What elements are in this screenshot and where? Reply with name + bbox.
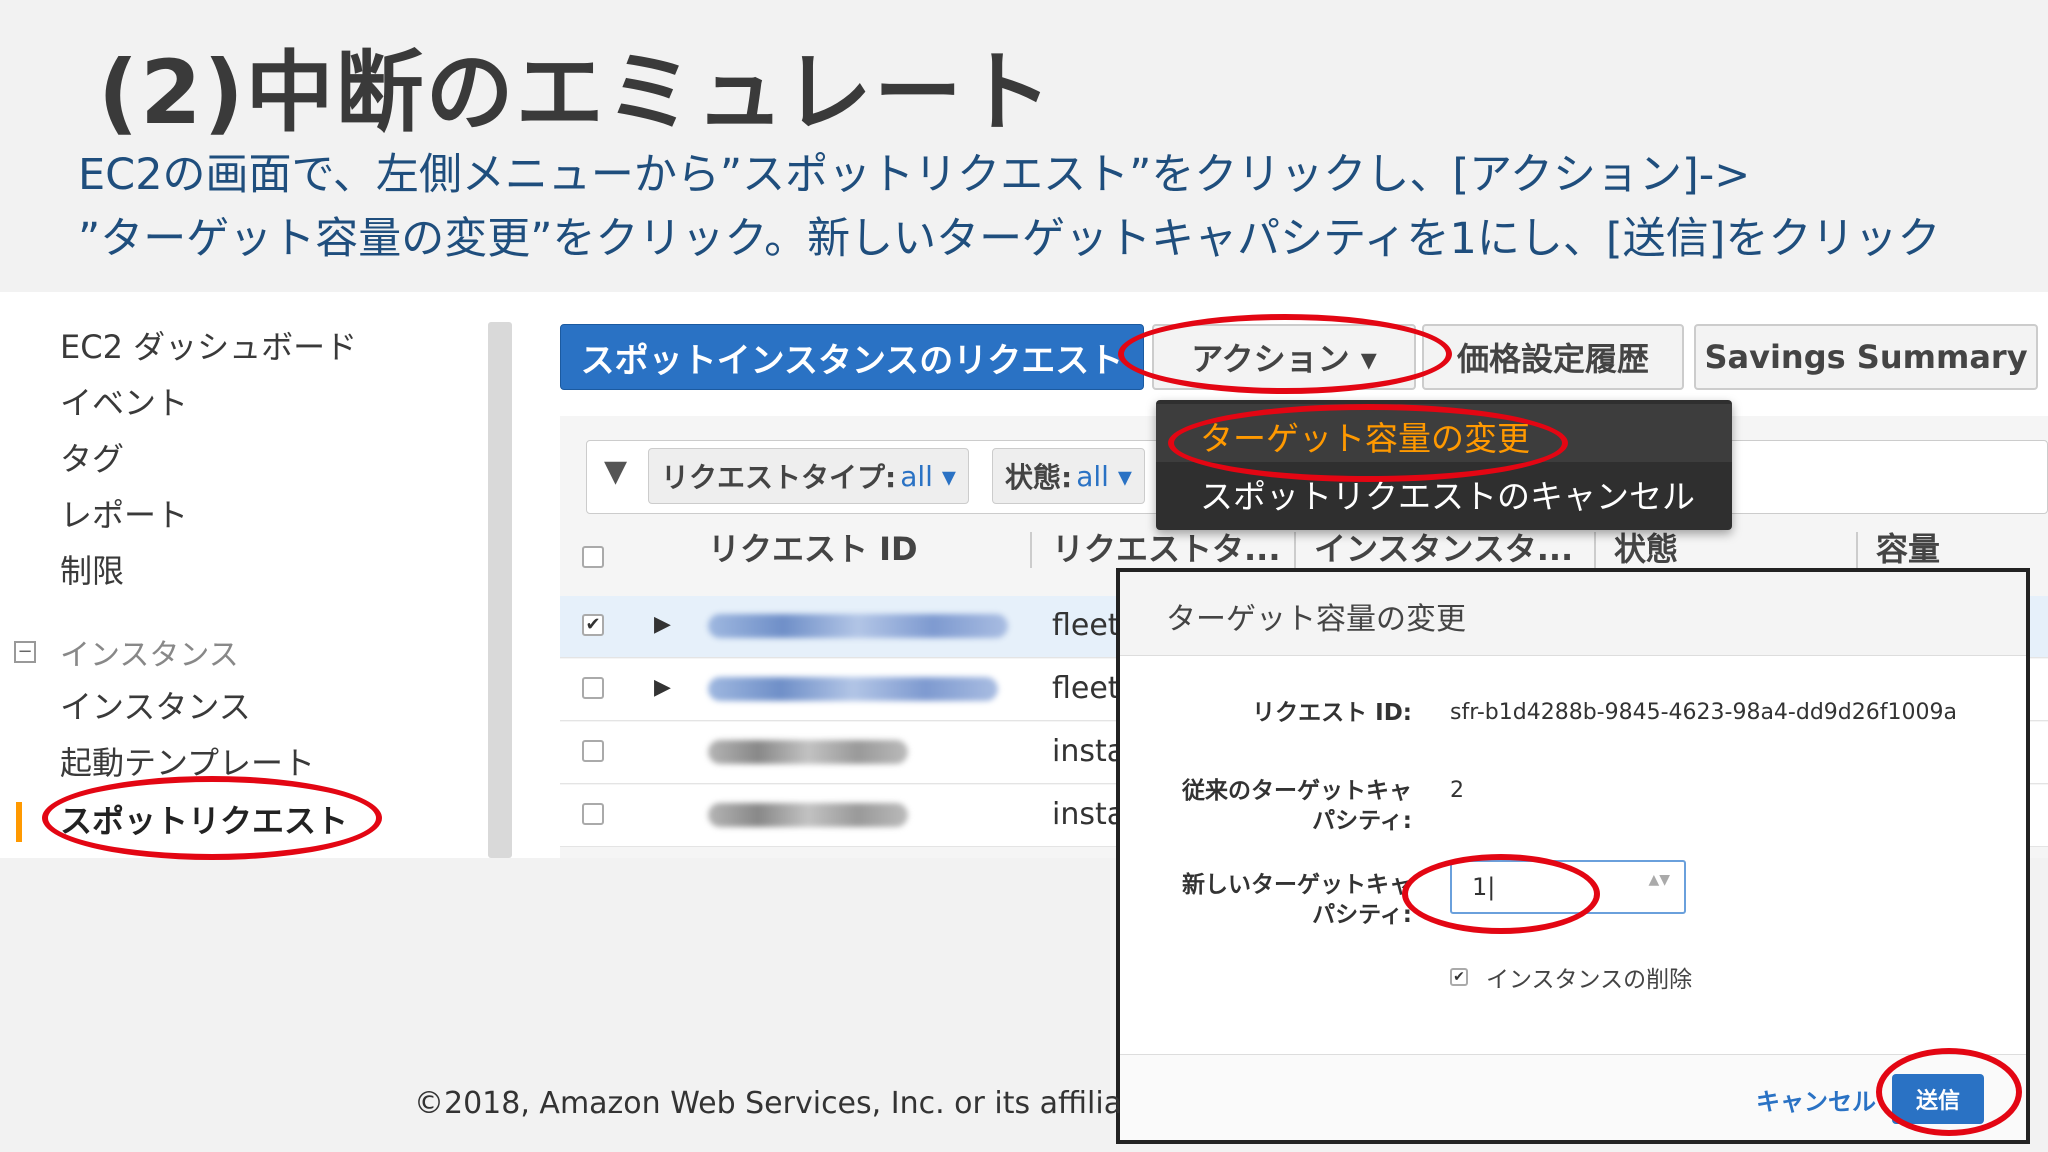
column-divider [1030,532,1032,568]
request-id-value: sfr-b1d4288b-9845-4623-98a4-dd9d26f1009a [1450,700,1957,725]
redacted-request-id [708,677,998,701]
column-divider [1294,532,1296,568]
terminate-instances-checkbox[interactable]: ✔ [1450,968,1468,986]
collapse-icon[interactable]: − [14,641,36,663]
terminate-instances-label: インスタンスの削除 [1486,967,1693,993]
request-id-label: リクエスト ID: [1252,700,1412,726]
sidebar-item-tags[interactable]: タグ [60,434,124,480]
new-capacity-label-line-1: 新しいターゲットキャ [1182,872,1412,898]
annotation-ring-new-capacity [1402,854,1600,934]
column-divider [1856,532,1858,568]
column-header-instance-type[interactable]: インスタンスタ... [1314,524,1573,570]
filter-state[interactable]: 状態: all ▾ [992,448,1145,504]
dialog-header: ターゲット容量の変更 [1120,572,2026,656]
old-capacity-value: 2 [1450,778,1464,803]
row-checkbox[interactable]: ✔ [582,614,604,636]
active-indicator [16,802,22,842]
sidebar-item-ec2-dashboard[interactable]: EC2 ダッシュボード [60,322,357,368]
filter-state-value[interactable]: all ▾ [1076,460,1132,493]
filter-request-type[interactable]: リクエストタイプ: all ▾ [648,448,969,504]
cancel-button[interactable]: キャンセル [1756,1082,1876,1117]
annotation-ring-actions [1118,314,1452,394]
annotation-ring-spot-requests [42,776,382,860]
instruction-line-2: ”ターゲット容量の変更”をクリック。新しいターゲットキャパシティを1にし、[送信… [78,214,1941,264]
old-capacity-label-line-1: 従来のターゲットキャ [1182,778,1412,804]
dialog-title: ターゲット容量の変更 [1166,602,1466,637]
row-checkbox[interactable] [582,677,604,699]
sidebar-section-label: インスタンス [60,638,239,673]
column-divider [1594,532,1596,568]
redacted-request-id [708,740,908,764]
column-header-state[interactable]: 状態 [1614,524,1678,570]
old-capacity-label-line-2: パシティ: [1312,808,1412,834]
request-type-cell: fleet [1052,671,1120,706]
annotation-ring-modify-capacity [1168,404,1568,482]
new-capacity-label-line-2: パシティ: [1312,902,1412,928]
column-header-request-id[interactable]: リクエスト ID [708,524,918,570]
new-capacity-label: 新しいターゲットキャ パシティ: [1182,870,1412,930]
column-header-capacity[interactable]: 容量 [1876,524,1940,570]
copyright-text: ©2018, Amazon Web Services, Inc. or its … [414,1086,1123,1121]
filter-icon: ▼ [604,454,628,489]
request-type-cell: fleet [1052,608,1120,643]
select-all-checkbox[interactable] [582,546,604,568]
modify-target-capacity-dialog: ターゲット容量の変更 リクエスト ID: sfr-b1d4288b-9845-4… [1116,568,2030,1144]
sidebar-item-limits[interactable]: 制限 [60,546,124,592]
expand-icon[interactable]: ▶ [654,675,671,700]
savings-summary-button[interactable]: Savings Summary [1694,324,2038,390]
filter-request-type-value[interactable]: all ▾ [900,460,956,493]
request-type-cell: insta [1052,734,1126,769]
sidebar-item-reports[interactable]: レポート [60,490,188,536]
sidebar-item-events[interactable]: イベント [60,378,188,424]
instruction-line-1: EC2の画面で、左側メニューから”スポットリクエスト”をクリックし、[アクション… [78,150,1751,200]
slide-title: (2)中断のエミュレート [98,41,1054,144]
request-spot-instances-button[interactable]: スポットインスタンスのリクエスト [560,324,1144,390]
row-checkbox[interactable] [582,740,604,762]
redacted-request-id [708,803,908,827]
old-capacity-label: 従来のターゲットキャ パシティ: [1182,776,1412,836]
row-checkbox[interactable] [582,803,604,825]
sidebar-section-instances[interactable]: − インスタンス [14,630,239,674]
filter-request-type-label: リクエストタイプ: [661,461,897,494]
annotation-ring-submit [1876,1048,2022,1136]
redacted-request-id [708,614,1008,638]
filter-state-label: 状態: [1005,461,1073,494]
expand-icon[interactable]: ▶ [654,612,671,637]
sidebar-item-instances[interactable]: インスタンス [60,682,251,728]
request-type-cell: insta [1052,797,1126,832]
terminate-instances-option[interactable]: ✔ インスタンスの削除 [1450,960,1692,994]
stepper-icon[interactable]: ▲▼ [1648,873,1670,887]
sidebar-scrollbar[interactable] [488,322,512,858]
price-history-button[interactable]: 価格設定履歴 [1422,324,1684,390]
column-header-request-type[interactable]: リクエストタ... [1052,524,1280,570]
